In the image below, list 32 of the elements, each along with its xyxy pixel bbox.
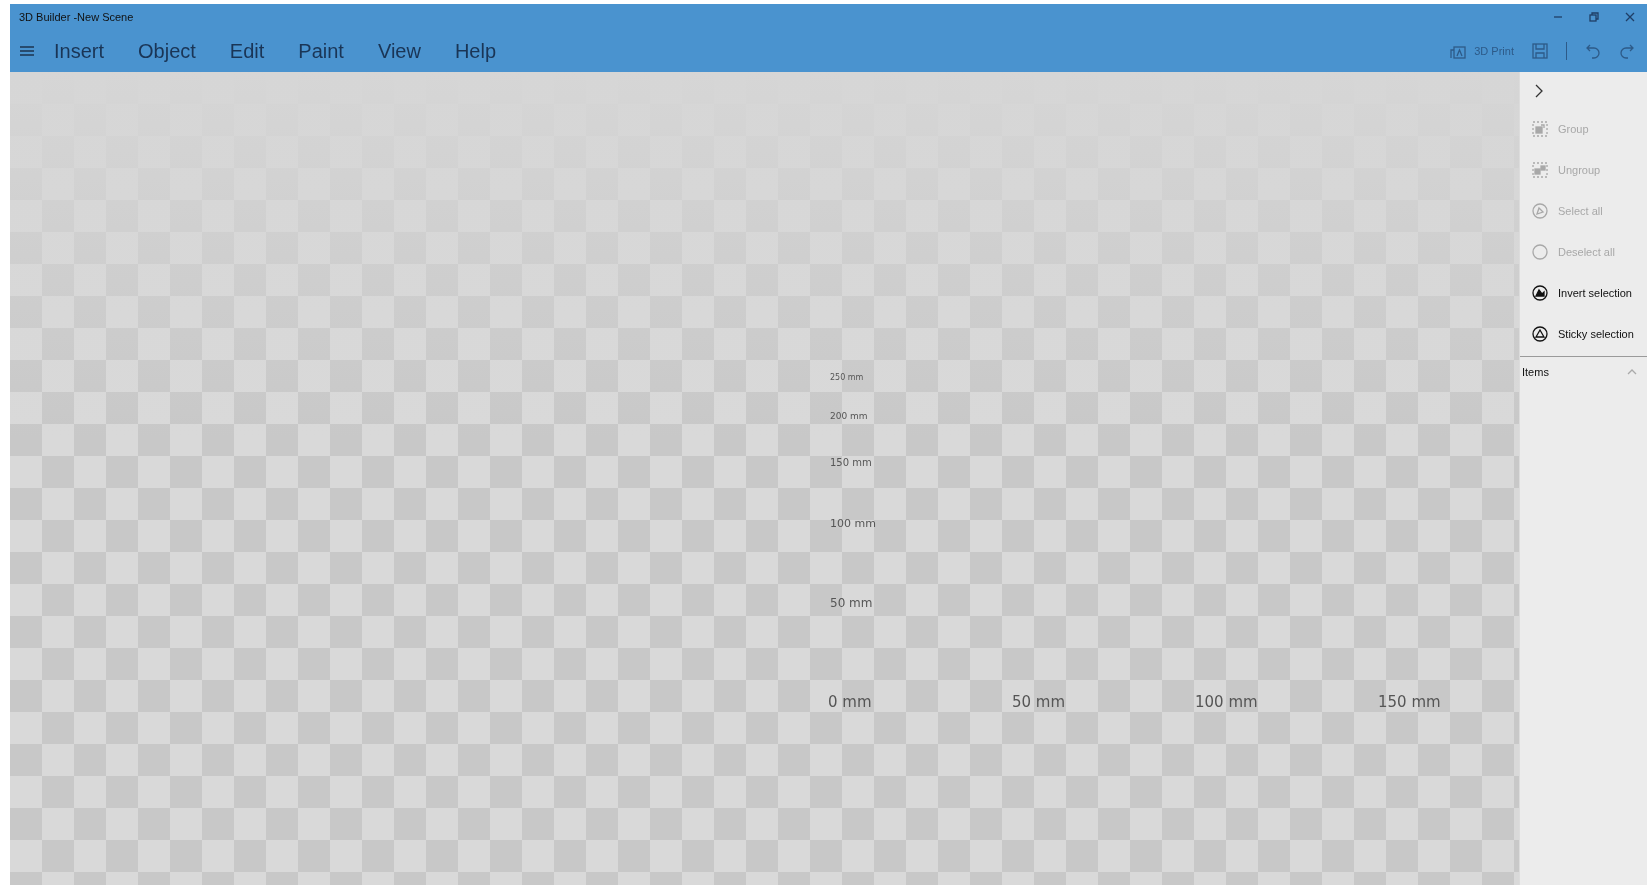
ruler-label: 200 mm <box>830 411 868 421</box>
menu-item[interactable]: Paint <box>298 39 344 63</box>
ungroup-icon <box>1532 161 1548 178</box>
ruler-label: 100 mm <box>1195 693 1258 711</box>
save-icon[interactable] <box>1532 43 1548 59</box>
menu-item[interactable]: View <box>377 39 421 63</box>
menu-item[interactable]: Insert <box>54 39 105 63</box>
section-header[interactable]: Items <box>1520 356 1647 387</box>
ruler-label: 100 mm <box>830 517 876 530</box>
undo-icon[interactable] <box>1585 43 1601 59</box>
menu-item[interactable]: Help <box>454 39 497 63</box>
chevron-up-icon[interactable] <box>1627 369 1637 375</box>
ruler-label: 50 mm <box>830 596 873 610</box>
menu-icon[interactable] <box>20 45 34 57</box>
ruler-label: 0 mm <box>828 693 872 711</box>
menu-item[interactable]: Edit <box>229 39 265 63</box>
3d-print-button[interactable]: 3D Print <box>1450 43 1514 59</box>
panel-item[interactable]: Invert selection <box>1520 272 1647 313</box>
ruler-label: 250 mm <box>830 373 864 382</box>
ruler-label: 150 mm <box>830 457 872 468</box>
redo-icon[interactable] <box>1619 43 1635 59</box>
panel-item[interactable]: Sticky selection <box>1520 313 1647 354</box>
close-icon[interactable] <box>1625 12 1635 22</box>
menu-item[interactable]: Object <box>138 39 196 63</box>
restore-icon[interactable] <box>1589 12 1599 22</box>
chevron-right-icon[interactable] <box>1534 84 1544 98</box>
print-icon <box>1450 43 1467 59</box>
group-icon <box>1532 120 1548 137</box>
section-label: Items <box>1522 366 1549 378</box>
window-title: 3D Builder -New Scene <box>19 11 134 23</box>
ruler-label: 150 mm <box>1378 693 1441 711</box>
ruler-label: 50 mm <box>1012 693 1066 711</box>
